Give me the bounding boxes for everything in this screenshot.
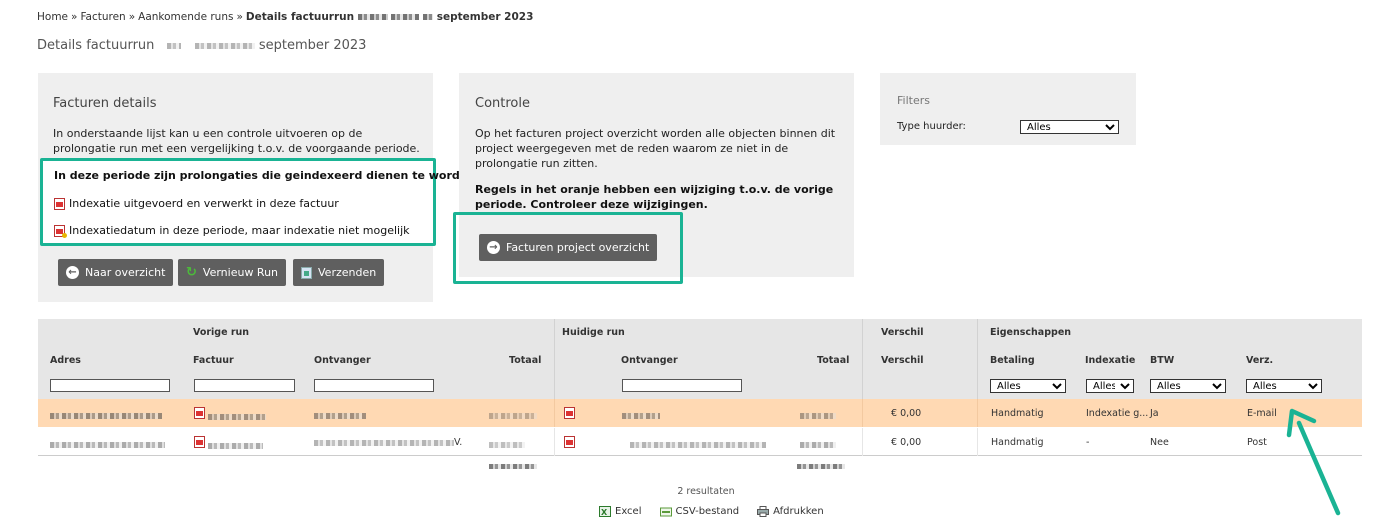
col-verschil[interactable]: Verschil xyxy=(881,355,924,366)
ontvanger-prev-cell xyxy=(314,410,366,421)
svg-text:X: X xyxy=(601,508,608,517)
totaal-prev-cell xyxy=(489,439,525,450)
pdf-warning-icon xyxy=(54,224,67,238)
betaling-cell: Handmatig xyxy=(991,408,1044,419)
total-prev xyxy=(489,464,537,469)
factuur-cur-cell[interactable] xyxy=(564,407,575,422)
col-ontvanger-prev[interactable]: Ontvanger xyxy=(314,355,371,366)
ontvanger-cur-cell xyxy=(622,410,660,421)
send-button[interactable]: Verzenden xyxy=(293,259,385,286)
col-betaling[interactable]: Betaling xyxy=(990,355,1035,366)
legend-item-not-possible: Indexatiedatum in deze periode, maar ind… xyxy=(54,224,410,238)
factuur-cell[interactable] xyxy=(194,407,267,422)
ontvanger-prev-cell: V. xyxy=(314,437,462,448)
factuur-filter-input[interactable] xyxy=(194,379,295,392)
page-title: Details factuurrun september 2023 xyxy=(37,38,367,53)
col-indexatie[interactable]: Indexatie xyxy=(1085,355,1135,366)
result-count: 2 resultaten xyxy=(677,486,735,497)
excel-icon: X xyxy=(599,506,611,517)
controle-panel-intro: Op het facturen project overzicht worden… xyxy=(475,127,836,170)
type-huurder-label: Type huurder: xyxy=(897,121,966,132)
details-panel-title: Facturen details xyxy=(53,96,157,111)
indexatie-cell: Indexatie g... xyxy=(1086,408,1149,419)
ontvanger-cur-cell xyxy=(630,439,766,450)
btw-cell: Ja xyxy=(1150,408,1159,419)
totaal-cur-cell xyxy=(800,410,836,421)
controle-panel-warning: Regels in het oranje hebben een wijzigin… xyxy=(475,183,834,211)
breadcrumb-aankomende-runs[interactable]: Aankomende runs xyxy=(138,11,233,23)
table-row[interactable]: € 0,00 Handmatig Indexatie g... Ja E-mai… xyxy=(38,399,1362,427)
btw-cell: Nee xyxy=(1150,437,1169,448)
factuur-cell[interactable] xyxy=(194,436,264,451)
indexation-notice: In deze periode zijn prolongaties die ge… xyxy=(54,169,480,182)
indexation-legend-highlight: In deze periode zijn prolongaties die ge… xyxy=(40,158,479,246)
adres-cell xyxy=(50,439,165,450)
pdf-invoice-icon xyxy=(564,436,575,448)
printer-icon xyxy=(757,506,770,517)
totaal-cur-cell xyxy=(800,439,836,450)
table-row[interactable]: V. € 0,00 Handmatig - Nee Post xyxy=(38,428,1362,456)
totaal-prev-cell xyxy=(489,410,537,421)
breadcrumb: Home» Facturen» Aankomende runs» Details fa… xyxy=(37,11,534,23)
col-ontvanger-cur[interactable]: Ontvanger xyxy=(621,355,678,366)
project-overview-button[interactable]: → Facturen project overzicht xyxy=(479,234,658,261)
csv-icon xyxy=(659,507,672,517)
arrow-left-icon: ← xyxy=(66,266,79,279)
verschil-cell: € 0,00 xyxy=(891,437,922,448)
refresh-icon: ↻ xyxy=(186,265,197,280)
group-huidige-run: Huidige run xyxy=(562,327,625,338)
col-btw[interactable]: BTW xyxy=(1150,355,1174,366)
filters-panel: Filters Type huurder: Alles xyxy=(880,73,1136,145)
indexatie-filter-select[interactable]: Alles xyxy=(1086,379,1134,393)
factuur-cur-cell[interactable] xyxy=(564,436,575,451)
arrow-right-icon: → xyxy=(487,241,500,254)
send-document-icon xyxy=(301,266,312,279)
adres-cell xyxy=(50,410,162,421)
col-factuur[interactable]: Factuur xyxy=(193,355,234,366)
export-links: X Excel CSV-bestand Afdrukken xyxy=(599,506,824,517)
adres-filter-input[interactable] xyxy=(50,379,170,392)
col-verz[interactable]: Verz. xyxy=(1246,355,1273,366)
back-to-overview-button[interactable]: ← Naar overzicht xyxy=(58,259,174,286)
print-link[interactable]: Afdrukken xyxy=(757,506,824,517)
annotation-arrow xyxy=(1286,408,1341,516)
group-eigenschappen: Eigenschappen xyxy=(990,327,1072,338)
filters-panel-title: Filters xyxy=(897,94,930,107)
export-csv-link[interactable]: CSV-bestand xyxy=(659,506,739,517)
breadcrumb-facturen[interactable]: Facturen xyxy=(80,11,125,23)
verz-cell: Post xyxy=(1247,437,1267,448)
type-huurder-select[interactable]: Alles xyxy=(1020,120,1119,134)
ontvanger-cur-filter-input[interactable] xyxy=(622,379,742,392)
export-excel-link[interactable]: X Excel xyxy=(599,506,642,517)
verz-cell: E-mail xyxy=(1247,408,1277,419)
details-panel-intro: In onderstaande lijst kan u een controle… xyxy=(53,127,420,155)
pdf-indexed-icon xyxy=(54,197,65,210)
group-vorige-run: Vorige run xyxy=(193,327,250,338)
betaling-filter-select[interactable]: Alles xyxy=(990,379,1066,393)
col-adres[interactable]: Adres xyxy=(50,355,81,366)
renew-run-button[interactable]: ↻ Vernieuw Run xyxy=(178,259,287,286)
breadcrumb-home[interactable]: Home xyxy=(37,11,68,23)
btw-filter-select[interactable]: Alles xyxy=(1150,379,1226,393)
pdf-indexed-icon xyxy=(564,407,575,419)
controle-panel-title: Controle xyxy=(475,96,530,111)
verschil-cell: € 0,00 xyxy=(891,408,922,419)
table-header: Vorige run Huidige run Verschil Eigensch… xyxy=(38,319,1362,399)
pdf-invoice-icon xyxy=(194,436,205,448)
total-cur xyxy=(797,464,845,469)
legend-item-indexed: Indexatie uitgevoerd en verwerkt in deze… xyxy=(54,197,339,210)
ontvanger-prev-filter-input[interactable] xyxy=(314,379,434,392)
breadcrumb-current: Details factuurrun september 2023 xyxy=(245,11,534,23)
col-totaal-cur[interactable]: Totaal xyxy=(817,355,849,366)
col-totaal-prev[interactable]: Totaal xyxy=(509,355,541,366)
betaling-cell: Handmatig xyxy=(991,437,1044,448)
verz-filter-select[interactable]: Alles xyxy=(1246,379,1322,393)
pdf-invoice-icon xyxy=(194,407,205,419)
indexatie-cell: - xyxy=(1086,437,1090,448)
group-verschil: Verschil xyxy=(881,327,924,338)
